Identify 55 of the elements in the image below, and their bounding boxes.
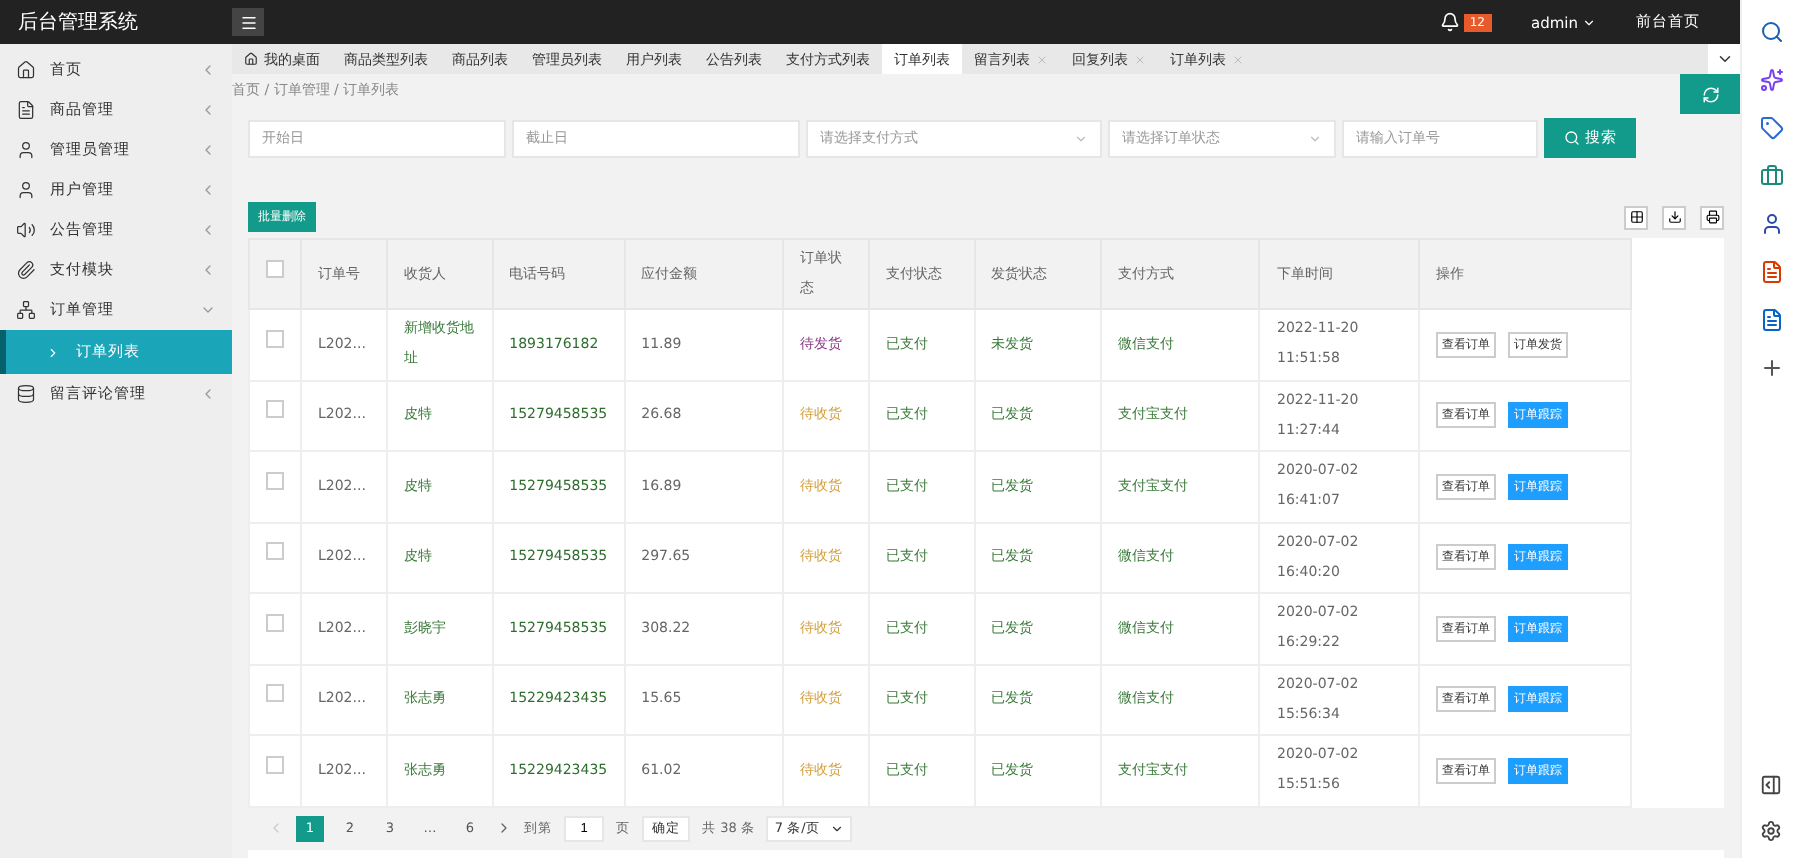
next-page-icon[interactable] bbox=[496, 820, 512, 836]
row-checkbox[interactable] bbox=[266, 613, 284, 632]
paperclip-icon bbox=[16, 260, 36, 280]
document-icon[interactable] bbox=[1759, 260, 1783, 284]
search-icon bbox=[1563, 130, 1579, 146]
document-icon bbox=[16, 100, 36, 120]
add-icon[interactable] bbox=[1759, 356, 1783, 380]
home-icon bbox=[244, 52, 258, 66]
chevron-down-icon bbox=[1074, 131, 1088, 145]
refresh-icon bbox=[1701, 85, 1719, 103]
chevron-left-icon bbox=[200, 182, 216, 198]
export-button[interactable] bbox=[1662, 205, 1686, 229]
user-icon bbox=[16, 180, 36, 200]
briefcase-icon[interactable] bbox=[1759, 164, 1783, 188]
tag-icon[interactable] bbox=[1759, 116, 1783, 140]
bell-icon[interactable] bbox=[1439, 12, 1460, 32]
database-icon bbox=[16, 384, 36, 404]
row-checkbox[interactable] bbox=[266, 329, 284, 348]
select-all-checkbox[interactable] bbox=[266, 259, 284, 277]
print-button[interactable] bbox=[1700, 205, 1724, 229]
home-icon bbox=[16, 60, 36, 80]
chevron-left-icon bbox=[200, 102, 216, 118]
speaker-icon bbox=[16, 220, 36, 240]
sparkle-icon[interactable] bbox=[1759, 68, 1783, 92]
menu-button[interactable] bbox=[232, 8, 264, 36]
search-icon[interactable] bbox=[1759, 20, 1783, 44]
row-checkbox[interactable] bbox=[266, 542, 284, 561]
panel-icon[interactable] bbox=[1760, 774, 1782, 796]
row-checkbox[interactable] bbox=[266, 755, 284, 774]
chevron-left-icon bbox=[200, 222, 216, 238]
columns-button[interactable] bbox=[1624, 205, 1648, 229]
chevron-left-icon bbox=[200, 262, 216, 278]
chevron-down-icon bbox=[200, 302, 216, 318]
chevron-down-icon bbox=[1715, 50, 1733, 68]
chevron-right-icon bbox=[46, 345, 60, 359]
grid-icon bbox=[1629, 210, 1643, 224]
row-checkbox[interactable] bbox=[266, 471, 284, 490]
tabs-menu-button[interactable] bbox=[1708, 44, 1740, 74]
chevron-down-icon bbox=[1308, 131, 1322, 145]
chevron-left-icon bbox=[200, 386, 216, 402]
download-icon bbox=[1667, 210, 1681, 224]
hierarchy-icon bbox=[16, 300, 36, 320]
chevron-left-icon bbox=[200, 142, 216, 158]
row-checkbox[interactable] bbox=[266, 684, 284, 703]
user-icon[interactable] bbox=[1759, 212, 1783, 236]
settings-icon[interactable] bbox=[1760, 820, 1782, 842]
app-title: 后台管理系统 bbox=[16, 9, 140, 36]
refresh-button[interactable] bbox=[1680, 74, 1740, 114]
row-checkbox[interactable] bbox=[266, 400, 284, 419]
chevron-down-icon bbox=[829, 821, 844, 835]
menu-icon bbox=[239, 13, 257, 31]
user-icon bbox=[16, 140, 36, 160]
printer-icon bbox=[1705, 210, 1719, 224]
chevron-left-icon bbox=[200, 62, 216, 78]
caret-icon bbox=[1582, 15, 1596, 29]
